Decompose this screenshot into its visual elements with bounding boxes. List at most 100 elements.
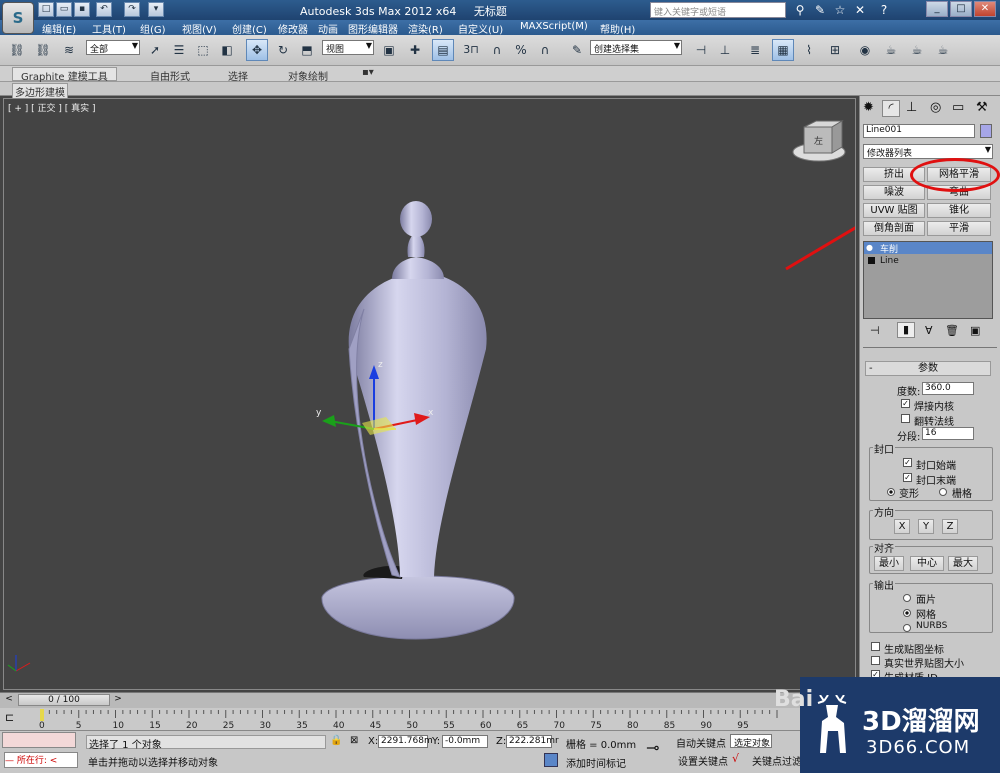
mini-curve-editor-icon[interactable]: ⊏: [5, 711, 14, 724]
key-selection-dropdown[interactable]: 选定对象: [730, 734, 772, 748]
modifier-smooth-button[interactable]: 平滑: [927, 221, 991, 236]
tab-selection[interactable]: 选择: [228, 68, 248, 83]
window-crossing-icon[interactable]: ◧: [216, 39, 238, 61]
menu-rendering[interactable]: 渲染(R): [408, 21, 443, 36]
tab-freeform[interactable]: 自由形式: [150, 68, 190, 83]
menu-group[interactable]: 组(G): [140, 21, 166, 36]
add-time-tag[interactable]: 添加时间标记: [566, 755, 626, 770]
menu-graph-editors[interactable]: 图形编辑器: [348, 21, 398, 36]
flip-normals-checkbox[interactable]: [901, 414, 910, 423]
menu-help[interactable]: 帮助(H): [600, 21, 635, 36]
quick-access-dropdown-icon[interactable]: ▾: [148, 2, 164, 17]
stack-item-line[interactable]: Line: [864, 256, 992, 268]
output-mesh-radio[interactable]: [903, 609, 911, 617]
align-center-button[interactable]: 中心: [910, 556, 944, 571]
light-bulb-icon[interactable]: ●: [866, 243, 874, 252]
select-and-scale-icon[interactable]: ⬒: [296, 39, 318, 61]
cap-end-checkbox[interactable]: ✓: [903, 473, 912, 482]
set-key-icon[interactable]: ⊸: [646, 738, 659, 757]
select-and-move-icon[interactable]: ✥: [246, 39, 268, 61]
tools-icon[interactable]: ✎: [812, 2, 828, 18]
remove-modifier-icon[interactable]: 🗑: [945, 324, 959, 337]
key-filters-button[interactable]: 关键点过滤: [752, 753, 800, 768]
maxscript-listener[interactable]: [2, 732, 76, 748]
modifier-taper-button[interactable]: 锥化: [927, 203, 991, 218]
menu-modifiers[interactable]: 修改器: [278, 21, 308, 36]
object-color-swatch[interactable]: [980, 124, 992, 138]
motion-tab-icon[interactable]: ◎: [930, 100, 941, 115]
menu-maxscript[interactable]: MAXScript(M): [520, 21, 588, 32]
align-max-button[interactable]: 最大: [948, 556, 978, 571]
time-prev-icon[interactable]: <: [3, 694, 15, 706]
minimize-button[interactable]: _: [926, 1, 948, 17]
display-tab-icon[interactable]: ▭: [952, 100, 964, 115]
select-by-name-icon[interactable]: ☰: [168, 39, 190, 61]
unlink-icon[interactable]: ⛓: [32, 39, 54, 61]
stack-item-lathe[interactable]: 车削: [864, 242, 992, 255]
segments-spinner[interactable]: 16: [922, 427, 974, 440]
direction-z-button[interactable]: Z: [942, 519, 958, 534]
show-end-result-icon[interactable]: ▮: [897, 322, 915, 338]
tab-object-paint[interactable]: 对象绘制: [288, 68, 328, 83]
reference-coordinate-dropdown[interactable]: 视图 ▼: [322, 40, 374, 55]
menu-view[interactable]: 视图(V): [182, 21, 217, 36]
viewcube[interactable]: 左: [792, 120, 846, 162]
weld-core-checkbox[interactable]: ✓: [901, 399, 910, 408]
time-next-icon[interactable]: >: [112, 694, 124, 706]
help-icon[interactable]: ?: [876, 2, 892, 18]
real-world-checkbox[interactable]: [871, 656, 880, 665]
modifier-list-dropdown[interactable]: 修改器列表 ▼: [863, 144, 993, 159]
rollout-parameters-header[interactable]: - 参数: [865, 361, 991, 376]
grid-radio[interactable]: [939, 488, 947, 496]
direction-y-button[interactable]: Y: [918, 519, 934, 534]
output-patch-radio[interactable]: [903, 594, 911, 602]
configure-sets-icon[interactable]: ▣: [970, 324, 980, 337]
current-line-field[interactable]: — 所在行: <: [4, 752, 78, 768]
degrees-spinner[interactable]: 360.0: [922, 382, 974, 395]
expand-icon[interactable]: [868, 257, 875, 264]
undo-icon[interactable]: ↶: [96, 2, 112, 17]
close-button[interactable]: ✕: [974, 1, 996, 17]
pin-stack-icon[interactable]: ⊣: [870, 324, 880, 337]
object-name-field[interactable]: Line001: [863, 124, 975, 138]
schematic-view-icon[interactable]: ⊞: [824, 39, 846, 61]
time-tag-icon[interactable]: [544, 753, 558, 767]
output-nurbs-radio[interactable]: [903, 624, 911, 632]
search-input[interactable]: 键入关键字或短语: [650, 2, 786, 18]
cap-start-checkbox[interactable]: ✓: [903, 458, 912, 467]
direction-x-button[interactable]: X: [894, 519, 910, 534]
modifier-noise-button[interactable]: 噪波: [863, 185, 925, 200]
hierarchy-tab-icon[interactable]: ⊥: [906, 100, 917, 115]
absolute-mode-icon[interactable]: ⊠: [350, 735, 358, 746]
z-coord-field[interactable]: 222.281mr: [506, 735, 559, 748]
set-key-button[interactable]: 设置关键点: [678, 753, 728, 768]
menu-create[interactable]: 创建(C): [232, 21, 267, 36]
layer-manager-icon[interactable]: ≣: [744, 39, 766, 61]
ribbon-options-icon[interactable]: ▪▾: [362, 67, 374, 78]
x-coord-field[interactable]: 2291.768m: [378, 735, 433, 748]
link-icon[interactable]: ⛓: [6, 39, 28, 61]
menu-edit[interactable]: 编辑(E): [42, 21, 76, 36]
gen-mapping-checkbox[interactable]: [871, 642, 880, 651]
save-icon[interactable]: ▪: [74, 2, 90, 17]
select-manipulate-icon[interactable]: ✚: [404, 39, 426, 61]
star-icon[interactable]: ☆: [832, 2, 848, 18]
render-production-icon[interactable]: ☕: [932, 39, 954, 61]
y-coord-field[interactable]: -0.0mm: [442, 735, 488, 748]
modifier-uvw-map-button[interactable]: UVW 贴图: [863, 203, 925, 218]
perspective-viewport[interactable]: [ + ] [ 正交 ] [ 真实 ] 左 x y z: [3, 98, 856, 690]
keyboard-shortcut-override-icon[interactable]: ▤: [432, 39, 454, 61]
new-icon[interactable]: □: [38, 2, 54, 17]
morph-radio[interactable]: [887, 488, 895, 496]
key-filters-icon[interactable]: √: [732, 752, 739, 765]
modify-tab-icon[interactable]: ◜: [882, 100, 900, 117]
menu-animation[interactable]: 动画: [318, 21, 338, 36]
snaps-toggle-icon[interactable]: 3⊓: [460, 39, 482, 61]
render-setup-icon[interactable]: ☕: [880, 39, 902, 61]
curve-editor-icon[interactable]: ⌇: [798, 39, 820, 61]
selection-filter-dropdown[interactable]: 全部 ▼: [86, 40, 140, 55]
edit-named-selection-icon[interactable]: ✎: [566, 39, 588, 61]
angle-snap-icon[interactable]: ∩: [486, 39, 508, 61]
create-tab-icon[interactable]: ✹: [863, 100, 874, 115]
make-unique-icon[interactable]: ∀: [925, 324, 933, 337]
